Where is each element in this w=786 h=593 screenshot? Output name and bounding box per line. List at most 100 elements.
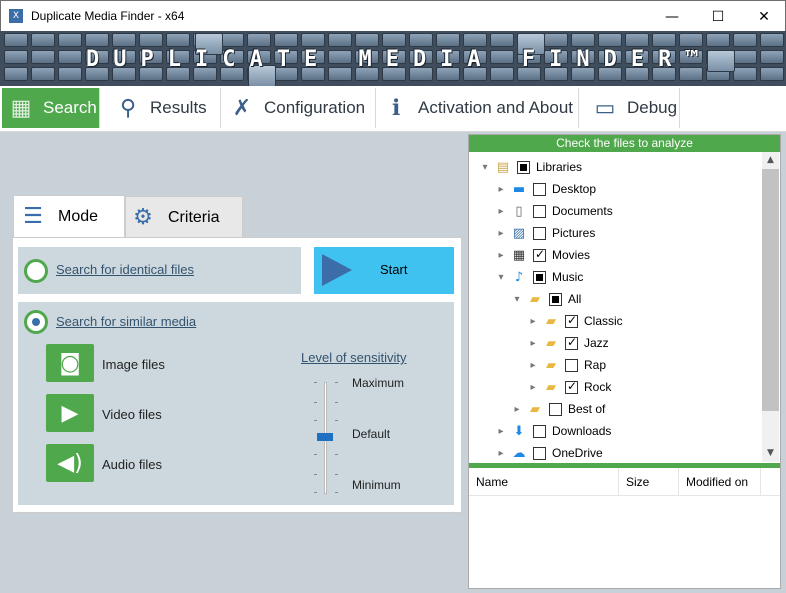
banner-tile — [58, 67, 82, 81]
tree-checkbox[interactable] — [533, 226, 546, 240]
scrollbar-thumb[interactable] — [762, 169, 779, 411]
tab-criteria[interactable]: ⚙ Criteria — [125, 196, 243, 238]
tree-item[interactable]: ▸ ⬇ Downloads — [495, 420, 611, 442]
nav-label: Search — [43, 98, 97, 117]
tree-item[interactable]: ▾ ▤ Libraries — [479, 156, 582, 178]
tree-checkbox[interactable] — [533, 446, 546, 460]
identical-radio[interactable] — [24, 259, 48, 283]
start-button[interactable]: Start — [314, 247, 454, 294]
music-icon: ♪ — [514, 269, 524, 285]
maximize-button[interactable]: ☐ — [695, 1, 741, 32]
expand-arrow-icon[interactable]: ▸ — [495, 206, 507, 217]
title-bar: X Duplicate Media Finder - x64 — ☐ ✕ — [0, 0, 786, 31]
tree-checkbox[interactable] — [533, 270, 546, 284]
tree-item[interactable]: ▾ ♪ Music — [495, 266, 583, 288]
nav-search[interactable]: ▦ Search — [2, 88, 100, 128]
tree-item[interactable]: ▸ ▰ Best of — [511, 398, 605, 420]
expand-arrow-icon[interactable]: ▸ — [511, 404, 523, 415]
tree-item-label: OneDrive — [552, 446, 603, 460]
column-name[interactable]: Name — [469, 468, 619, 496]
expand-arrow-icon[interactable]: ▸ — [495, 448, 507, 459]
tree-checkbox[interactable] — [565, 335, 578, 350]
movies-icon: ▦ — [512, 247, 526, 263]
folder-pane: Check the files to analyze ▾ ▤ Libraries ▸ ▬… — [468, 134, 781, 589]
tree-item[interactable]: ▸ ☁ OneDrive — [495, 442, 603, 462]
collapse-arrow-icon[interactable]: ▾ — [495, 272, 507, 283]
banner-tile — [31, 50, 55, 64]
tree-checkbox[interactable] — [565, 313, 578, 328]
collapse-arrow-icon[interactable]: ▾ — [479, 162, 491, 173]
tree-checkbox[interactable] — [565, 379, 578, 394]
video-camera-icon[interactable]: ▶ — [46, 394, 94, 432]
tree-item[interactable]: ▸ ▦ Movies — [495, 244, 590, 266]
sensitivity-slider-thumb[interactable] — [317, 433, 333, 441]
speaker-icon[interactable]: ◀) — [46, 444, 94, 482]
slider-tick — [314, 382, 317, 383]
slider-tick — [314, 474, 317, 475]
tree-checkbox[interactable] — [533, 182, 546, 196]
expand-arrow-icon[interactable]: ▸ — [527, 360, 539, 371]
tree-item[interactable]: ▸ ▰ Classic — [527, 310, 622, 332]
banner-tile — [274, 33, 298, 47]
tree-checkbox[interactable] — [533, 247, 546, 262]
camera-icon[interactable]: ◙ — [46, 344, 94, 382]
similar-media-link[interactable]: Search for similar media — [56, 314, 196, 329]
gear-icon: ⚙ — [133, 205, 153, 230]
app-icon: X — [9, 9, 23, 23]
expand-arrow-icon[interactable]: ▸ — [495, 228, 507, 239]
expand-arrow-icon[interactable]: ▸ — [495, 426, 507, 437]
list-icon: ☰ — [23, 204, 43, 229]
tree-item-label: All — [568, 292, 582, 306]
file-list-header: Name Size Modified on — [469, 468, 780, 496]
collapse-arrow-icon[interactable]: ▾ — [511, 294, 523, 305]
libraries-icon: ▤ — [496, 159, 510, 175]
tree-item-label: Documents — [552, 204, 613, 218]
scroll-up-icon[interactable]: ▲ — [762, 152, 779, 169]
tree-item[interactable]: ▸ ▬ Desktop — [495, 178, 596, 200]
nav-activation-about[interactable]: ℹ Activation and About — [377, 88, 579, 128]
identical-files-link[interactable]: Search for identical files — [56, 262, 194, 277]
tree-checkbox[interactable] — [517, 160, 530, 174]
sensitivity-default-label: Default — [352, 427, 391, 441]
tree-item-label: Best of — [568, 402, 606, 416]
tree-checkbox[interactable] — [549, 402, 562, 416]
banner-tile — [112, 33, 136, 47]
tree-item[interactable]: ▸ ▰ Rock — [527, 376, 611, 398]
identical-mode-box: Search for identical files — [18, 247, 301, 294]
scroll-down-icon[interactable]: ▼ — [762, 445, 779, 462]
nav-configuration[interactable]: ✗ Configuration — [222, 88, 376, 128]
minimize-button[interactable]: — — [649, 1, 695, 32]
tab-mode[interactable]: ☰ Mode — [13, 195, 125, 237]
tree-item[interactable]: ▸ ▨ Pictures — [495, 222, 595, 244]
tree-item[interactable]: ▸ ▰ Jazz — [527, 332, 608, 354]
tree-item-label: Pictures — [552, 226, 596, 240]
video-files-label: Video files — [102, 407, 162, 422]
tree-item[interactable]: ▸ ▯ Documents — [495, 200, 613, 222]
column-modified[interactable]: Modified on — [679, 468, 761, 496]
tree-checkbox[interactable] — [565, 358, 578, 372]
column-size[interactable]: Size — [619, 468, 679, 496]
slider-tick — [335, 454, 338, 455]
expand-arrow-icon[interactable]: ▸ — [495, 250, 507, 261]
banner-tile — [679, 33, 703, 47]
banner-tile — [139, 33, 163, 47]
tree-checkbox[interactable] — [549, 292, 562, 306]
similar-radio[interactable] — [24, 310, 48, 334]
banner-tile — [598, 33, 622, 47]
slider-tick — [335, 382, 338, 383]
expand-arrow-icon[interactable]: ▸ — [527, 316, 539, 327]
banner-tile — [490, 33, 514, 47]
expand-arrow-icon[interactable]: ▸ — [495, 184, 507, 195]
tree-item[interactable]: ▾ ▰ All — [511, 288, 581, 310]
banner-tile — [301, 33, 325, 47]
tree-checkbox[interactable] — [533, 204, 546, 218]
expand-arrow-icon[interactable]: ▸ — [527, 382, 539, 393]
close-button[interactable]: ✕ — [741, 1, 786, 32]
nav-results[interactable]: ⚲ Results — [101, 88, 221, 128]
slider-tick — [314, 402, 317, 403]
tree-item[interactable]: ▸ ▰ Rap — [527, 354, 606, 376]
tree-scrollbar[interactable]: ▲ ▼ — [762, 152, 779, 462]
nav-debug[interactable]: ▭ Debug — [580, 88, 680, 128]
tree-checkbox[interactable] — [533, 424, 546, 438]
expand-arrow-icon[interactable]: ▸ — [527, 338, 539, 349]
